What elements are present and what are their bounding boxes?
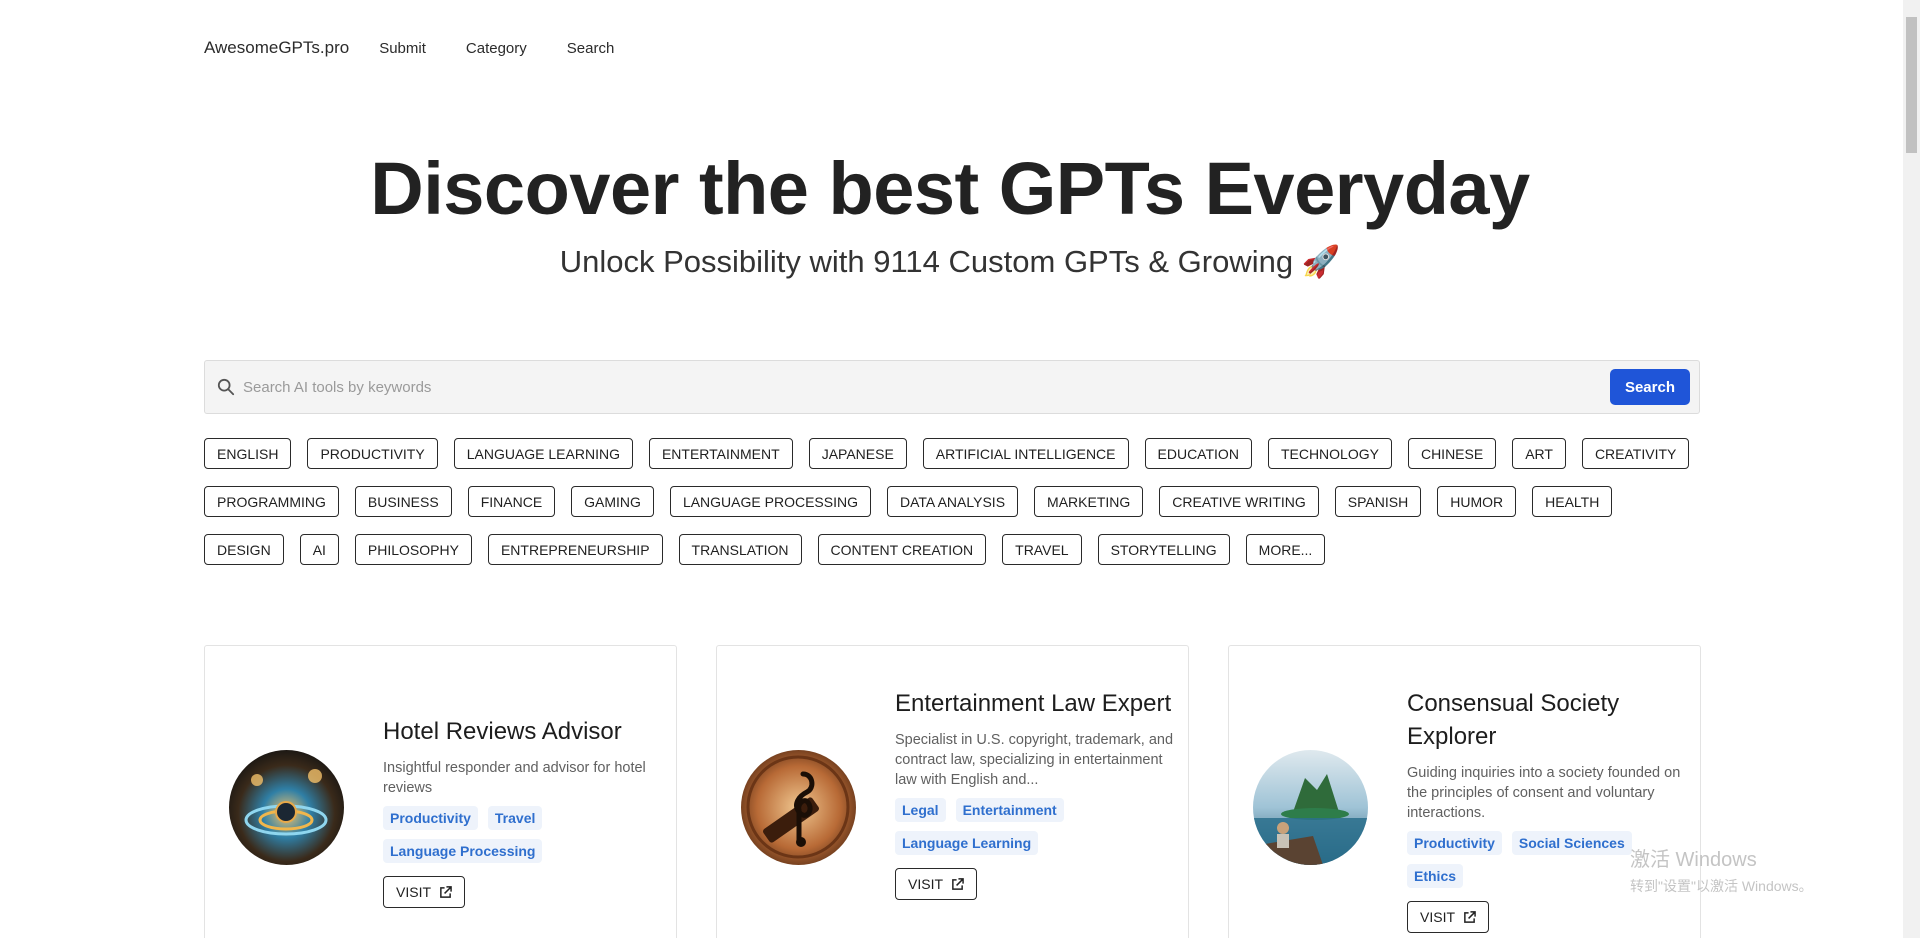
hero-title: Discover the best GPTs Everyday [370,147,1530,230]
watermark-line-2: 转到"设置"以激活 Windows。 [1630,878,1813,894]
tag-language-learning[interactable]: LANGUAGE LEARNING [453,438,633,469]
visit-button[interactable]: VISIT [383,876,466,908]
gpt-chip[interactable]: Productivity [383,806,478,830]
gpt-title[interactable]: Entertainment Law Expert [895,687,1175,720]
tag-productivity[interactable]: PRODUCTIVITY [307,438,438,469]
tag-row: ENGLISH PRODUCTIVITY LANGUAGE LEARNING E… [204,438,1704,470]
visit-button[interactable]: VISIT [1407,901,1490,933]
gpt-chip[interactable]: Ethics [1407,864,1464,888]
tag-row: DESIGN AI PHILOSOPHY ENTREPRENEURSHIP TR… [204,534,1704,566]
gpt-chip[interactable]: Legal [895,798,946,822]
gpt-description: Specialist in U.S. copyright, trademark,… [895,732,1174,788]
tag-creative-writing[interactable]: CREATIVE WRITING [1159,486,1319,517]
gpt-card-body: Hotel Reviews Advisor Insightful respond… [383,715,663,908]
gpt-chips: Legal Entertainment Language Learning [895,798,1175,864]
gpt-chip[interactable]: Travel [487,806,543,830]
external-link-icon [440,885,452,898]
watermark-line-1: 激活 Windows [1630,849,1757,871]
hero-subtitle: Unlock Possibility with 9114 Custom GPTs… [559,244,1341,279]
nav-link-search[interactable]: Search [567,40,615,57]
tag-gaming[interactable]: GAMING [571,486,654,517]
gpt-description: Guiding inquiries into a society founded… [1407,765,1681,821]
tag-data-analysis[interactable]: DATA ANALYSIS [886,486,1019,517]
tag-art[interactable]: ART [1512,438,1566,469]
tag-business[interactable]: BUSINESS [354,486,452,517]
gpt-description: Insightful responder and advisor for hot… [383,760,646,796]
search-input[interactable] [243,378,1610,396]
tag-creativity[interactable]: CREATIVITY [1581,438,1690,469]
tag-content-creation[interactable]: CONTENT CREATION [817,534,987,565]
gpt-avatar[interactable] [1253,750,1368,865]
scrollbar-thumb[interactable] [1906,17,1917,153]
tag-japanese[interactable]: JAPANESE [808,438,907,469]
tag-ai[interactable]: AI [299,534,339,565]
gpt-card-body: Consensual Society Explorer Guiding inqu… [1407,687,1687,933]
category-tags: ENGLISH PRODUCTIVITY LANGUAGE LEARNING E… [204,438,1704,582]
gpt-chip[interactable]: Entertainment [955,798,1064,822]
tag-health[interactable]: HEALTH [1532,486,1613,517]
search-bar: Search [204,360,1700,414]
gpt-chip[interactable]: Language Learning [895,831,1039,855]
tag-philosophy[interactable]: PHILOSOPHY [354,534,472,565]
tag-finance[interactable]: FINANCE [467,486,556,517]
site-logo[interactable]: AwesomeGPTs.pro [204,38,349,58]
gpt-card-body: Entertainment Law Expert Specialist in U… [895,687,1175,900]
tag-artificial-intelligence[interactable]: ARTIFICIAL INTELLIGENCE [922,438,1129,469]
external-link-icon [952,877,964,890]
search-icon [217,378,235,396]
gpt-title[interactable]: Hotel Reviews Advisor [383,715,663,748]
more-tags-button[interactable]: MORE... [1245,534,1326,565]
tag-entertainment[interactable]: ENTERTAINMENT [648,438,793,469]
gpt-chips: Productivity Travel Language Processing [383,806,663,872]
tag-technology[interactable]: TECHNOLOGY [1267,438,1392,469]
visit-label: VISIT [396,884,432,900]
tag-chinese[interactable]: CHINESE [1407,438,1497,469]
tag-education[interactable]: EDUCATION [1144,438,1252,469]
tag-travel[interactable]: TRAVEL [1002,534,1082,565]
top-nav: AwesomeGPTs.pro Submit Category Search [204,38,654,58]
nav-link-category[interactable]: Category [466,40,527,57]
tag-spanish[interactable]: SPANISH [1334,486,1422,517]
gpt-card: Entertainment Law Expert Specialist in U… [716,645,1189,938]
search-button[interactable]: Search [1609,369,1690,405]
gpt-chip[interactable]: Social Sciences [1511,831,1632,855]
tag-humor[interactable]: HUMOR [1437,486,1517,517]
page-scrollbar[interactable] [1903,0,1920,938]
gpt-avatar[interactable] [229,750,344,865]
tag-english[interactable]: ENGLISH [204,438,292,469]
tag-marketing[interactable]: MARKETING [1034,486,1144,517]
windows-activation-watermark: 激活 Windows 转到"设置"以激活 Windows。 [1630,843,1813,896]
nav-link-submit[interactable]: Submit [379,40,426,57]
gpt-chip[interactable]: Language Processing [383,839,543,863]
visit-label: VISIT [908,876,944,892]
gpt-title[interactable]: Consensual Society Explorer [1407,687,1687,753]
tag-row: PROGRAMMING BUSINESS FINANCE GAMING LANG… [204,486,1704,518]
tag-entrepreneurship[interactable]: ENTREPRENEURSHIP [487,534,663,565]
gpt-chip[interactable]: Productivity [1407,831,1502,855]
tag-translation[interactable]: TRANSLATION [678,534,802,565]
gpt-card: Hotel Reviews Advisor Insightful respond… [204,645,677,938]
tag-programming[interactable]: PROGRAMMING [204,486,339,517]
tag-design[interactable]: DESIGN [204,534,284,565]
external-link-icon [1464,910,1476,923]
tag-language-processing[interactable]: LANGUAGE PROCESSING [669,486,871,517]
tag-storytelling[interactable]: STORYTELLING [1097,534,1230,565]
visit-button[interactable]: VISIT [895,868,978,900]
visit-label: VISIT [1420,909,1456,925]
gpt-avatar[interactable] [741,750,856,865]
